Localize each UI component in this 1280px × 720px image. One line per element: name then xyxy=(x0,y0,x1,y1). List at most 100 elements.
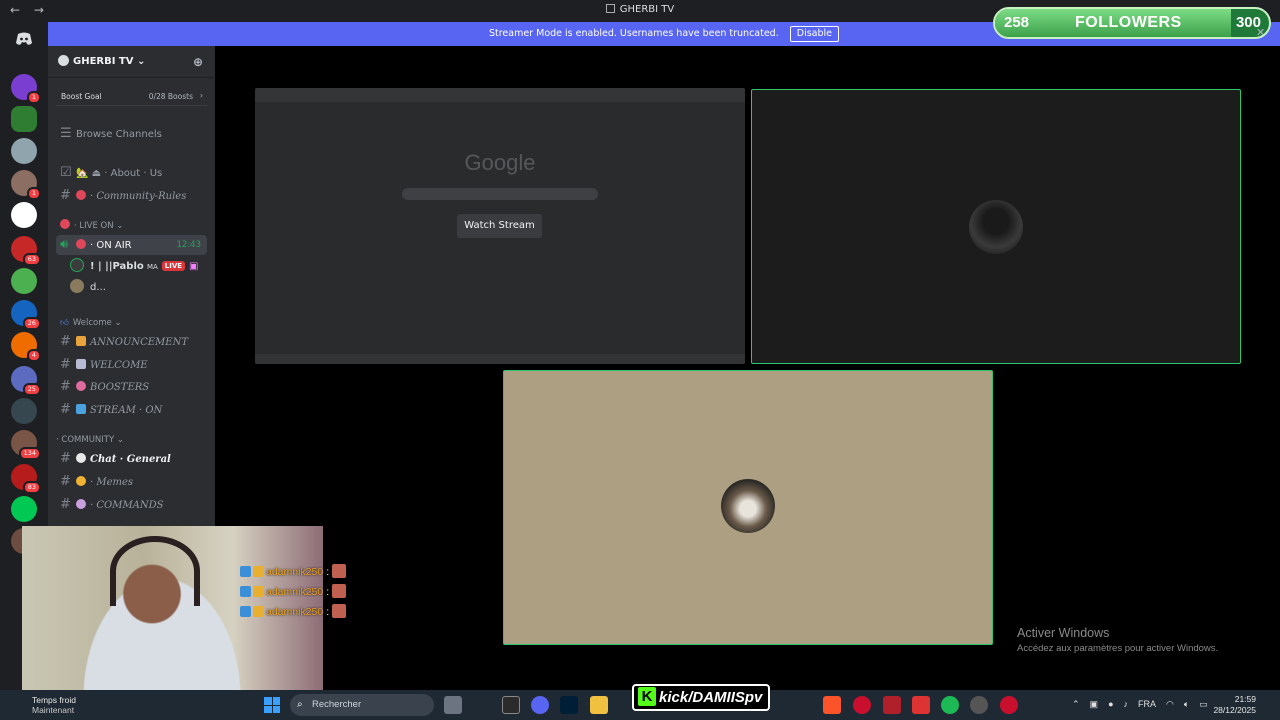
microphone-icon[interactable]: ♪ xyxy=(1124,699,1129,709)
chevron-down-icon: ⌄ xyxy=(114,318,122,328)
spotify-app-icon[interactable] xyxy=(941,696,959,714)
server-icon[interactable] xyxy=(11,106,37,132)
channel-boosters[interactable]: # BOOSTERS xyxy=(56,377,207,397)
channel-sidebar: GHERBI TV ⌄ ⊕ Boost Goal 0/28 Boosts › ☰… xyxy=(48,46,215,526)
channel-memes[interactable]: # · Memes xyxy=(56,472,207,492)
boost-goal[interactable]: Boost Goal 0/28 Boosts › xyxy=(56,86,207,106)
system-tray[interactable]: ⌃ ▣ ● ♪ FRA ◠ 🔈︎ ▭ xyxy=(1072,699,1218,710)
channel-rules[interactable]: # · Community-Rules xyxy=(56,186,207,206)
language-indicator[interactable]: FRA xyxy=(1138,699,1156,709)
channel-chat-general[interactable]: # Chat · General xyxy=(56,449,207,469)
server-icon[interactable]: 25 xyxy=(11,366,41,396)
taskbar-clock[interactable]: 21:59 28/12/2025 xyxy=(1213,694,1256,716)
disable-button[interactable]: Disable xyxy=(789,26,840,42)
voice-user-pablo[interactable]: ! | ||Pablo MA LIVE ▣ xyxy=(56,257,207,277)
channel-about[interactable]: ☑ 🏡 ⏏ · About · Us xyxy=(56,163,207,183)
crown-icon xyxy=(253,606,264,617)
guild-icon xyxy=(58,55,69,66)
channel-welcome[interactable]: # WELCOME xyxy=(56,355,207,375)
app-icon[interactable] xyxy=(502,696,520,714)
server-icon[interactable]: 26 xyxy=(11,300,41,330)
window-icon xyxy=(605,4,615,13)
voice-user-d[interactable]: d... xyxy=(56,278,207,298)
emoji-icon xyxy=(76,190,86,200)
banner-text: Streamer Mode is enabled. Usernames have… xyxy=(488,28,779,39)
channel-commands[interactable]: # · COMMANDS xyxy=(56,495,207,515)
participant-tile-1[interactable] xyxy=(751,89,1241,364)
avatar xyxy=(70,258,84,272)
server-icon[interactable]: 4 xyxy=(11,332,41,362)
notification-badge: 83 xyxy=(22,481,41,494)
rules-channel-icon: ☑ xyxy=(60,165,72,180)
server-icon[interactable]: 83 xyxy=(11,464,41,494)
emoji-icon xyxy=(76,381,86,391)
wifi-icon[interactable]: ◠ xyxy=(1166,699,1174,709)
tray-app-icon[interactable]: ● xyxy=(1108,699,1113,709)
weather-widget[interactable]: Temps froid Maintenant xyxy=(14,695,76,715)
badge-icon xyxy=(240,586,251,597)
guild-header[interactable]: GHERBI TV ⌄ ⊕ xyxy=(48,46,215,78)
crown-icon xyxy=(253,566,264,577)
battery-icon[interactable]: ▭ xyxy=(1199,699,1208,709)
server-icon[interactable] xyxy=(11,202,37,228)
server-icon[interactable] xyxy=(11,398,37,424)
emoji-icon xyxy=(76,404,86,414)
tray-app-icon[interactable]: ▣ xyxy=(1090,699,1099,709)
add-user-icon[interactable]: ⊕ xyxy=(193,55,203,69)
volume-icon[interactable]: 🔈︎ xyxy=(1184,699,1189,709)
opera-gx-app-icon[interactable] xyxy=(1000,696,1018,714)
server-icon[interactable]: 1 xyxy=(11,170,41,200)
crown-icon xyxy=(253,586,264,597)
emoji-icon xyxy=(76,239,86,249)
server-icon[interactable] xyxy=(11,268,37,294)
photoshop-app-icon[interactable] xyxy=(560,696,578,714)
live-badge: LIVE xyxy=(161,261,186,271)
chat-line: adamnik250: xyxy=(240,604,347,624)
taskbar-search[interactable]: ⌕ Rechercher xyxy=(290,694,434,716)
browse-channels[interactable]: ☰ Browse Channels xyxy=(56,124,207,144)
watch-stream-button[interactable]: Watch Stream xyxy=(457,214,542,238)
notification-badge: 4 xyxy=(26,349,41,362)
server-icon[interactable] xyxy=(11,496,37,522)
app-icon[interactable] xyxy=(883,696,901,714)
headset-figure xyxy=(110,536,200,606)
chat-line: adamnik250: xyxy=(240,564,347,584)
followers-goal-overlay: 258 FOLLOWERS 300 xyxy=(993,7,1271,39)
category-welcome[interactable]: 👍︎ Welcome ⌄ xyxy=(56,313,207,333)
participant-tile-2[interactable] xyxy=(503,370,993,645)
opera-app-icon[interactable] xyxy=(853,696,871,714)
brave-app-icon[interactable] xyxy=(823,696,841,714)
hash-icon: # xyxy=(60,451,71,466)
discord-app-icon[interactable] xyxy=(531,696,549,714)
hash-icon: # xyxy=(60,497,71,512)
voice-channel-on-air[interactable]: 🔊︎ · ON AIR 12:43 xyxy=(56,235,207,255)
task-view-icon[interactable] xyxy=(444,696,462,714)
category-live-on[interactable]: · LIVE ON ⌄ xyxy=(56,216,207,236)
emoji-icon xyxy=(76,359,86,369)
wps-app-icon[interactable] xyxy=(912,696,930,714)
notification-badge: 26 xyxy=(22,317,41,330)
server-icon[interactable] xyxy=(11,138,37,164)
channel-stream-on[interactable]: # STREAM · ON xyxy=(56,400,207,420)
stream-preview-taskbar xyxy=(255,354,745,364)
stream-tile[interactable]: Google Watch Stream xyxy=(255,88,745,364)
discord-home-icon[interactable] xyxy=(11,26,37,52)
server-icon[interactable]: 63 xyxy=(11,236,41,266)
chevron-up-icon[interactable]: ⌃ xyxy=(1072,699,1080,709)
hash-icon: # xyxy=(60,379,71,394)
close-icon[interactable]: ✕ xyxy=(1256,26,1265,39)
camera-icon: ▣ xyxy=(189,261,199,272)
hash-icon: # xyxy=(60,474,71,489)
badge-icon xyxy=(240,566,251,577)
server-icon[interactable]: 134 xyxy=(11,430,41,460)
folder-app-icon[interactable] xyxy=(590,696,608,714)
followers-current: 258 xyxy=(1004,14,1030,31)
server-icon[interactable]: 1 xyxy=(11,74,41,104)
badge-icon xyxy=(240,606,251,617)
emote-icon xyxy=(332,604,347,618)
channel-announcement[interactable]: # ANNOUNCEMENT xyxy=(56,332,207,352)
app-icon[interactable] xyxy=(970,696,988,714)
category-community[interactable]: · COMMUNITY ⌄ xyxy=(56,430,207,450)
avatar xyxy=(721,479,775,533)
start-button[interactable] xyxy=(264,697,280,713)
